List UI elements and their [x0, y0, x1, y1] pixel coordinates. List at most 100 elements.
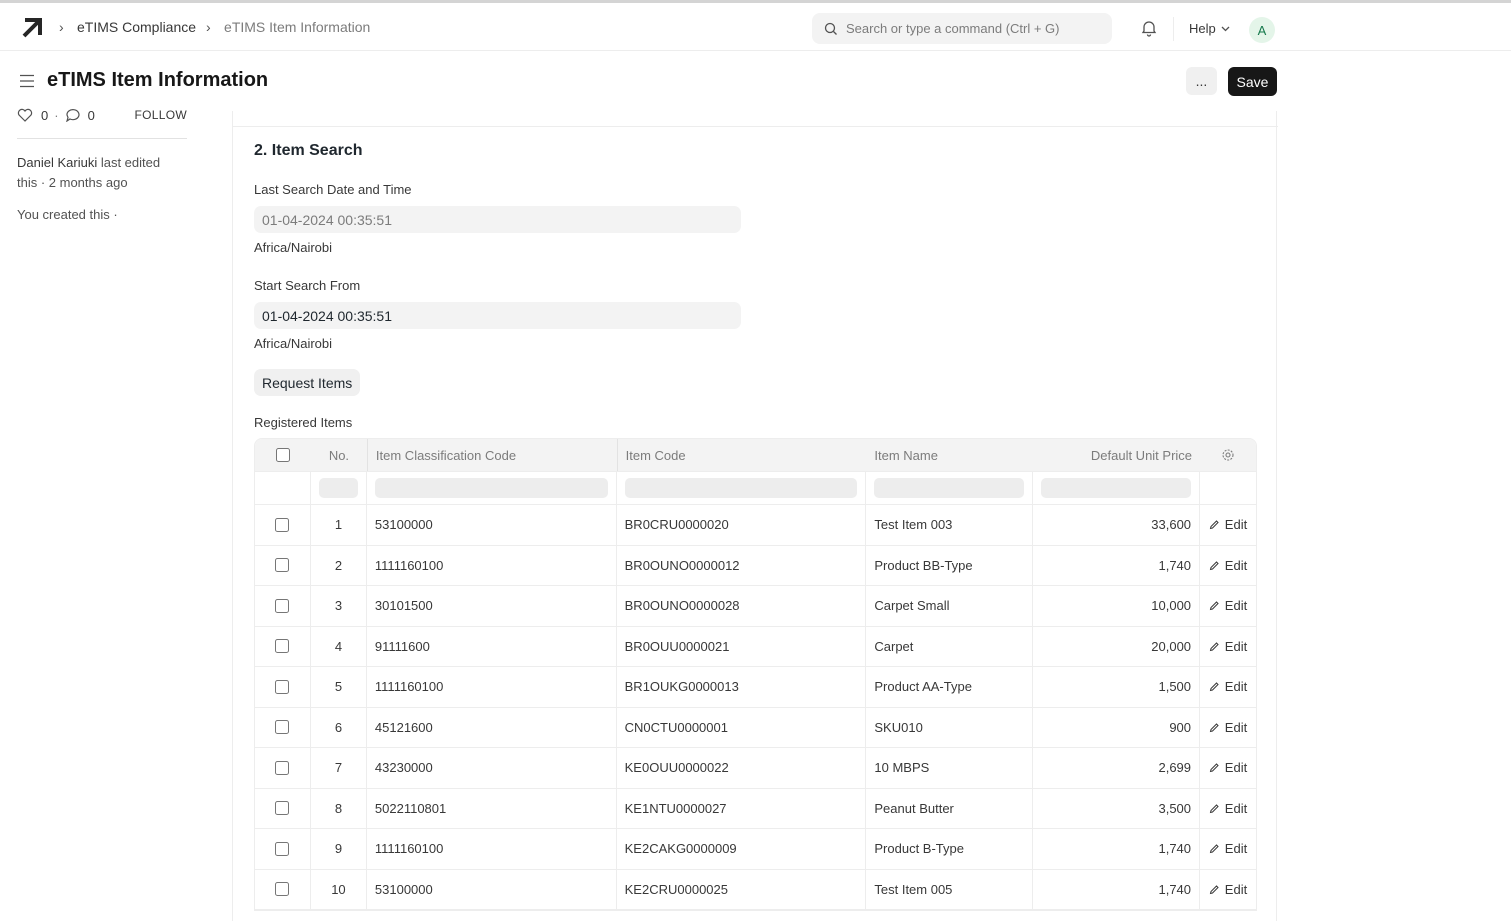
table-row[interactable]: 1 53100000 BR0CRU0000020 Test Item 003 33,60…	[255, 505, 1256, 546]
item-code-cell[interactable]: KE1NTU0000027	[617, 788, 867, 828]
default-unit-price-cell[interactable]: 1,500	[1033, 667, 1201, 707]
app-logo-icon[interactable]	[21, 17, 43, 39]
edit-row-button[interactable]: Edit	[1209, 801, 1247, 816]
column-header-item-code[interactable]: Item Code	[616, 439, 867, 471]
default-unit-price-cell[interactable]: 33,600	[1033, 505, 1201, 545]
table-row[interactable]: 2 1111160100 BR0OUNO0000012 Product BB-Type…	[255, 545, 1256, 586]
item-name-cell[interactable]: Product B-Type	[866, 829, 1034, 869]
item-name-cell[interactable]: Carpet Small	[866, 586, 1034, 626]
breadcrumb-item-current[interactable]: eTIMS Item Information	[224, 19, 370, 35]
item-classification-code-cell[interactable]: 1111160100	[367, 545, 617, 585]
item-classification-code-cell[interactable]: 43230000	[367, 748, 617, 788]
table-row[interactable]: 9 1111160100 KE2CAKG0000009 Product B-Type 1…	[255, 829, 1256, 870]
gear-icon[interactable]	[1221, 448, 1235, 462]
edit-row-button[interactable]: Edit	[1209, 882, 1247, 897]
table-row[interactable]: 5 1111160100 BR1OUKG0000013 Product AA-Type…	[255, 667, 1256, 708]
table-row[interactable]: 3 30101500 BR0OUNO0000028 Carpet Small 10,00…	[255, 586, 1256, 627]
select-all-checkbox[interactable]	[275, 448, 290, 462]
edit-row-button[interactable]: Edit	[1209, 517, 1247, 532]
item-classification-code-cell[interactable]: 5022110801	[367, 788, 617, 828]
notification-bell-icon[interactable]	[1140, 19, 1158, 37]
row-checkbox[interactable]	[275, 679, 290, 694]
start-search-datetime-field[interactable]	[254, 302, 741, 329]
item-name-cell[interactable]: Peanut Butter	[866, 788, 1034, 828]
item-classification-code-cell[interactable]: 53100000	[367, 869, 617, 909]
search-bar[interactable]	[812, 13, 1112, 44]
column-header-default-unit-price[interactable]: Default Unit Price	[1033, 439, 1200, 471]
more-actions-button[interactable]: ...	[1186, 67, 1217, 95]
edit-row-button[interactable]: Edit	[1209, 598, 1247, 613]
item-classification-code-cell[interactable]: 53100000	[367, 505, 617, 545]
table-row[interactable]: 10 53100000 KE2CRU0000025 Test Item 005 1,74…	[255, 869, 1256, 910]
help-dropdown[interactable]: Help	[1189, 21, 1230, 36]
item-classification-code-cell[interactable]: 1111160100	[367, 667, 617, 707]
filter-price-input[interactable]	[1041, 478, 1192, 498]
item-classification-code-cell[interactable]: 45121600	[367, 707, 617, 747]
default-unit-price-cell[interactable]: 1,740	[1033, 545, 1201, 585]
item-classification-code-cell[interactable]: 1111160100	[367, 829, 617, 869]
item-code-cell[interactable]: KE2CAKG0000009	[617, 829, 867, 869]
comment-icon[interactable]	[65, 108, 81, 122]
item-name-cell[interactable]: Product AA-Type	[866, 667, 1034, 707]
editor-name[interactable]: Daniel Kariuki	[17, 155, 97, 170]
item-code-cell[interactable]: KE0OUU0000022	[617, 748, 867, 788]
filter-cell	[311, 472, 367, 504]
column-header-classification-code[interactable]: Item Classification Code	[366, 439, 617, 471]
item-code-cell[interactable]: BR0OUNO0000028	[617, 586, 867, 626]
heart-icon[interactable]	[17, 108, 33, 122]
item-name-cell[interactable]: SKU010	[866, 707, 1034, 747]
item-name-cell[interactable]: 10 MBPS	[866, 748, 1034, 788]
breadcrumb-item-etims-compliance[interactable]: eTIMS Compliance	[77, 19, 196, 35]
default-unit-price-cell[interactable]: 20,000	[1033, 626, 1201, 666]
edit-row-button[interactable]: Edit	[1209, 639, 1247, 654]
edit-row-button[interactable]: Edit	[1209, 841, 1247, 856]
edit-row-button[interactable]: Edit	[1209, 720, 1247, 735]
follow-button[interactable]: FOLLOW	[135, 108, 187, 122]
table-row[interactable]: 8 5022110801 KE1NTU0000027 Peanut Butter 3,5…	[255, 788, 1256, 829]
edit-row-button[interactable]: Edit	[1209, 760, 1247, 775]
column-header-item-name[interactable]: Item Name	[866, 439, 1033, 471]
item-code-cell[interactable]: KE2CRU0000025	[617, 869, 867, 909]
row-checkbox[interactable]	[275, 760, 290, 775]
row-checkbox[interactable]	[275, 882, 290, 897]
hamburger-menu-icon[interactable]	[19, 74, 35, 88]
default-unit-price-cell[interactable]: 2,699	[1033, 748, 1201, 788]
row-checkbox[interactable]	[275, 598, 290, 613]
default-unit-price-cell[interactable]: 900	[1033, 707, 1201, 747]
edit-row-button[interactable]: Edit	[1209, 558, 1247, 573]
default-unit-price-cell[interactable]: 1,740	[1033, 829, 1201, 869]
item-name-cell[interactable]: Product BB-Type	[866, 545, 1034, 585]
save-button[interactable]: Save	[1228, 67, 1277, 96]
user-avatar[interactable]: A	[1249, 17, 1275, 43]
item-code-cell[interactable]: BR0OUNO0000012	[617, 545, 867, 585]
item-classification-code-cell[interactable]: 30101500	[367, 586, 617, 626]
item-code-cell[interactable]: BR0OUU0000021	[617, 626, 867, 666]
row-checkbox[interactable]	[275, 517, 290, 532]
item-name-cell[interactable]: Carpet	[866, 626, 1034, 666]
default-unit-price-cell[interactable]: 1,740	[1033, 869, 1201, 909]
filter-item-name-input[interactable]	[874, 478, 1025, 498]
filter-item-code-input[interactable]	[624, 478, 858, 498]
filter-no-input[interactable]	[318, 478, 358, 498]
item-name-cell[interactable]: Test Item 005	[866, 869, 1034, 909]
row-checkbox[interactable]	[275, 639, 290, 654]
item-name-cell[interactable]: Test Item 003	[866, 505, 1034, 545]
table-row[interactable]: 4 91111600 BR0OUU0000021 Carpet 20,000 Edit	[255, 626, 1256, 667]
table-row[interactable]: 7 43230000 KE0OUU0000022 10 MBPS 2,699 Edit	[255, 748, 1256, 789]
edit-row-button[interactable]: Edit	[1209, 679, 1247, 694]
item-classification-code-cell[interactable]: 91111600	[367, 626, 617, 666]
row-checkbox[interactable]	[275, 720, 290, 735]
filter-classification-code-input[interactable]	[374, 478, 608, 498]
default-unit-price-cell[interactable]: 3,500	[1033, 788, 1201, 828]
row-checkbox[interactable]	[275, 558, 290, 573]
row-checkbox[interactable]	[275, 801, 290, 816]
row-checkbox[interactable]	[275, 841, 290, 856]
default-unit-price-cell[interactable]: 10,000	[1033, 586, 1201, 626]
search-input[interactable]	[846, 21, 1096, 36]
page-header: eTIMS Item Information ... Save	[0, 51, 1511, 111]
request-items-button[interactable]: Request Items	[254, 369, 361, 396]
item-code-cell[interactable]: CN0CTU0000001	[617, 707, 867, 747]
item-code-cell[interactable]: BR0CRU0000020	[617, 505, 867, 545]
table-row[interactable]: 6 45121600 CN0CTU0000001 SKU010 900 Edit	[255, 707, 1256, 748]
item-code-cell[interactable]: BR1OUKG0000013	[617, 667, 867, 707]
